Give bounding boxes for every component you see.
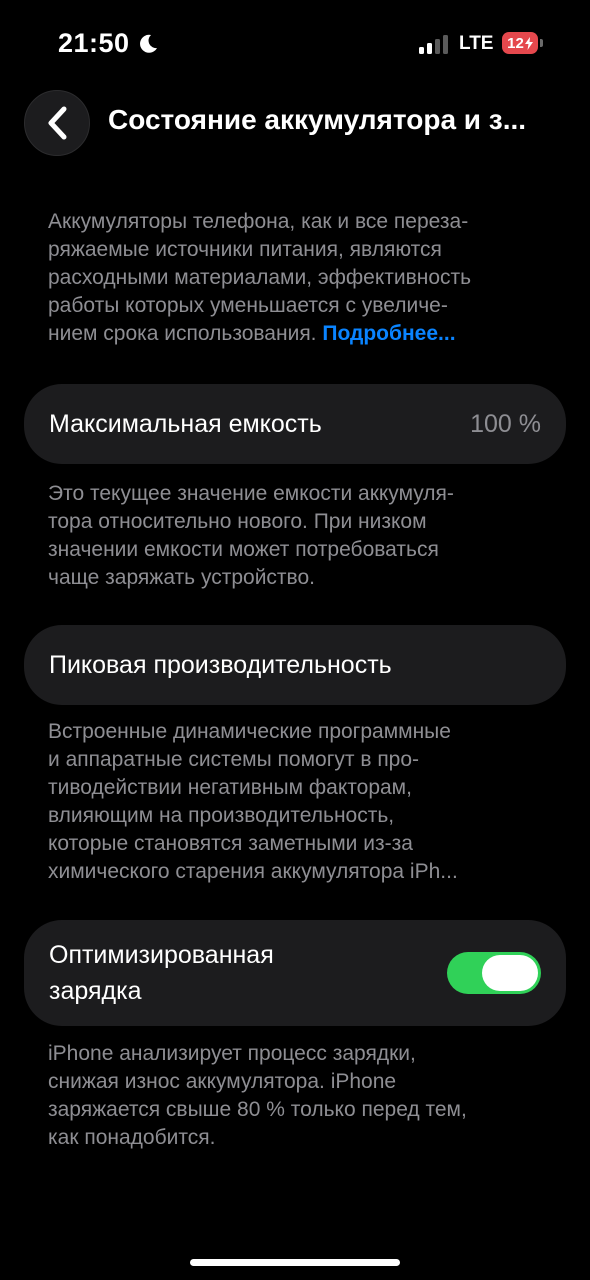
signal-icon [419,35,448,54]
battery-icon: 12 [502,32,538,54]
charging-desc-line: как понадобится. [48,1126,216,1149]
toggle-knob [482,955,538,991]
optimized-charging-label-line: зарядка [49,977,142,1005]
max-capacity-desc-line: Это текущее значение емкости аккумуля- [48,482,454,505]
peak-performance-row: Пиковая производительность [24,625,566,705]
charging-desc-line: заряжается свыше 80 % только перед тем, [48,1098,467,1121]
status-time: 21:50 [58,28,130,58]
intro-line: нием срока использования. [48,322,317,345]
max-capacity-description: Это текущее значение емкости аккумуля- т… [48,480,548,592]
page-title: Состояние аккумулятора и з... [108,104,527,135]
optimized-charging-row: Оптимизированная зарядка [24,920,566,1026]
max-capacity-desc-line: значении емкости может потребоваться [48,538,439,561]
peak-desc-line: Встроенные динамические программные [48,720,451,743]
network-type: LTE [459,33,494,54]
back-button[interactable] [24,90,90,156]
peak-performance-label: Пиковая производительность [49,651,392,679]
status-bar: 21:50 LTE 12 [0,0,590,90]
intro-line: расходными материалами, эффективность [48,266,472,289]
peak-desc-line: тиводействии негативным факторам, [48,776,412,799]
peak-desc-line: химического старения аккумулятора iPh... [48,860,458,883]
optimized-charging-description: iPhone анализирует процесс зарядки, сниж… [48,1040,548,1152]
max-capacity-value: 100 % [470,409,541,438]
moon-icon [140,34,157,53]
chevron-left-icon [48,106,67,140]
max-capacity-desc-line: чаще заряжать устройство. [48,566,315,589]
max-capacity-label: Максимальная емкость [49,410,322,438]
home-indicator[interactable] [190,1259,400,1266]
charging-desc-line: снижая износ аккумулятора. iPhone [48,1070,397,1093]
peak-desc-line: и аппаратные системы помогут в про- [48,748,420,771]
learn-more-link[interactable]: Подробнее... [322,322,455,345]
intro-line: ряжаемые источники питания, являются [48,238,442,261]
battery-tip [540,39,543,47]
battery-level: 12 [507,34,524,52]
peak-performance-description: Встроенные динамические программные и ап… [48,718,548,886]
peak-desc-line: влияющим на производительность, [48,804,395,827]
max-capacity-row: Максимальная емкость 100 % [24,384,566,464]
optimized-charging-label: Оптимизированная зарядка [49,937,447,1009]
charging-bolt-icon [524,36,533,50]
intro-line: Аккумуляторы телефона, как и все переза- [48,210,469,233]
intro-description: Аккумуляторы телефона, как и все переза-… [48,208,548,348]
intro-line-last: нием срока использования. Подробнее... [48,320,548,348]
battery-health-screen: 21:50 LTE 12 Состояние аккумулятора и з.… [0,0,590,1280]
optimized-charging-toggle[interactable] [447,952,541,994]
optimized-charging-label-line: Оптимизированная [49,941,274,969]
charging-desc-line: iPhone анализирует процесс зарядки, [48,1042,416,1065]
intro-line: работы которых уменьшается с увеличе- [48,294,448,317]
peak-desc-line: которые становятся заметными из-за [48,832,413,855]
max-capacity-desc-line: тора относительно нового. При низком [48,510,427,533]
